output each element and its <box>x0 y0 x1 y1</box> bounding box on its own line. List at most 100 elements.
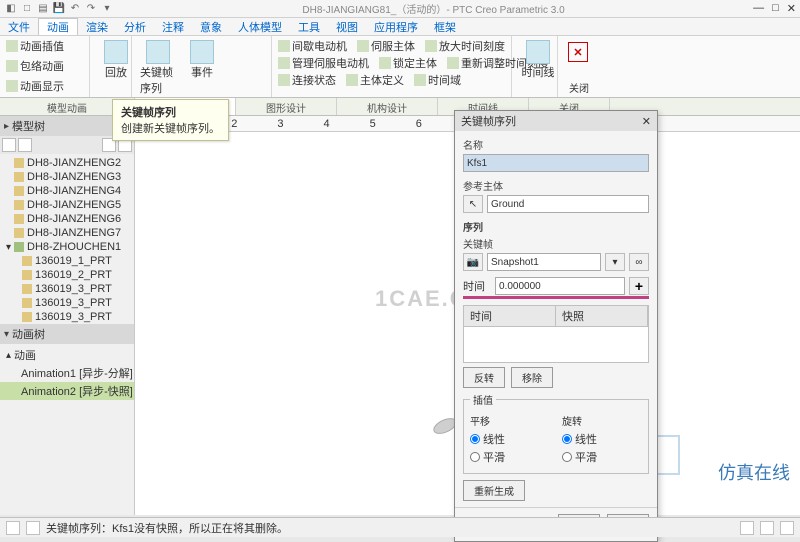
ribbon: 动画插值 包络动画 动画显示 回放 关键帧序列 事件 管理关键帧序列 间歇电动机… <box>0 36 800 98</box>
tree-node[interactable]: 136019_3_PRT <box>0 282 134 296</box>
subtab-mech[interactable]: 机构设计 <box>337 98 438 115</box>
camera-icon[interactable]: 📷 <box>463 253 483 271</box>
menu-frame[interactable]: 框架 <box>426 19 464 35</box>
menu-tools[interactable]: 工具 <box>290 19 328 35</box>
rb-body-def[interactable]: 主体定义 <box>346 72 404 88</box>
dropdown-icon[interactable]: ▾ <box>605 253 625 271</box>
trans-smooth[interactable]: 平滑 <box>470 449 550 465</box>
pick-icon[interactable]: ↖ <box>463 195 483 213</box>
tree-node[interactable]: ▾DH8-ZHOUCHEN1 <box>0 240 134 254</box>
add-button[interactable]: + <box>629 277 649 295</box>
window-controls: — □ ✕ <box>753 2 796 15</box>
menu-view[interactable]: 视图 <box>328 19 366 35</box>
tree-node[interactable]: 136019_2_PRT <box>0 268 134 282</box>
seq-label: 序列 <box>463 219 649 234</box>
status-icon-2[interactable] <box>26 521 40 535</box>
menu-annotate[interactable]: 注释 <box>154 19 192 35</box>
remove-button[interactable]: 移除 <box>511 367 553 388</box>
ref-input[interactable] <box>487 195 649 213</box>
menu-animation[interactable]: 动画 <box>38 18 78 35</box>
minimize-button[interactable]: — <box>753 2 764 15</box>
open-icon[interactable]: ▤ <box>36 2 50 16</box>
rb-lock-body[interactable]: 锁定主体 <box>379 55 437 71</box>
list- body[interactable] <box>463 327 649 363</box>
list-header: 时间 快照 <box>463 305 649 327</box>
rb-conn[interactable]: 连接状态 <box>278 72 336 88</box>
ribbon-group-design: 间歇电动机 伺服主体 放大时间刻度 管理伺服电动机 锁定主体 重新调整时间刻度 … <box>272 36 512 97</box>
sidebar: ▸ 模型树 DH8-JIANZHENG2 DH8-JIANZHENG3 DH8-… <box>0 116 135 515</box>
dialog-close-icon[interactable]: ✕ <box>642 115 651 128</box>
highlight-underline <box>463 296 649 299</box>
status-tool-2[interactable] <box>760 521 774 535</box>
menu-bar: 文件 动画 渲染 分析 注释 意象 人体模型 工具 视图 应用程序 框架 <box>0 18 800 36</box>
watermark-2: 仿真在线 <box>718 459 790 485</box>
app-icon: ◧ <box>4 2 18 16</box>
ribbon-group-create: 回放 <box>90 36 132 97</box>
menu-analyze[interactable]: 分析 <box>116 19 154 35</box>
close-button[interactable]: ✕ <box>787 2 796 15</box>
menu-file[interactable]: 文件 <box>0 19 38 35</box>
snapshot-select[interactable] <box>487 253 601 271</box>
ribbon-group-playback: 关键帧序列 事件 管理关键帧序列 <box>132 36 272 97</box>
redo-icon[interactable]: ↷ <box>84 2 98 16</box>
new-icon[interactable]: □ <box>20 2 34 16</box>
rb-interp[interactable]: 动画插值 <box>6 38 64 54</box>
tree-tool-2[interactable] <box>18 138 32 152</box>
tree-node[interactable]: 136019_3_PRT <box>0 310 134 324</box>
anim-root[interactable]: ▴ 动画 <box>0 346 134 364</box>
rb-motor2[interactable]: 管理伺服电动机 <box>278 55 369 71</box>
rb-event[interactable]: 事件 <box>182 38 222 98</box>
menu-render[interactable]: 渲染 <box>78 19 116 35</box>
anim-item[interactable]: Animation2 [异步-快照] <box>0 382 134 400</box>
status-tool-3[interactable] <box>780 521 794 535</box>
tree-node[interactable]: 136019_1_PRT <box>0 254 134 268</box>
rb-keyframe[interactable]: 关键帧序列 <box>138 38 178 98</box>
menu-manikin[interactable]: 意象 <box>192 19 230 35</box>
tree-node[interactable]: DH8-JIANZHENG4 <box>0 184 134 198</box>
rot-smooth[interactable]: 平滑 <box>562 449 642 465</box>
quick-access: ◧ □ ▤ 💾 ↶ ↷ ▾ <box>4 2 114 16</box>
subtab-graphic[interactable]: 图形设计 <box>236 98 337 115</box>
anim-item[interactable]: Animation1 [异步-分解] <box>0 364 134 382</box>
regen-button[interactable]: 重新生成 <box>463 480 525 501</box>
tree-node[interactable]: DH8-JIANZHENG5 <box>0 198 134 212</box>
trans-label: 平移 <box>470 413 550 428</box>
time-input[interactable] <box>495 277 625 295</box>
link-icon[interactable]: ∞ <box>629 253 649 271</box>
rb-timeline[interactable]: 时间线 <box>518 38 558 82</box>
tree-node[interactable]: 136019_3_PRT <box>0 296 134 310</box>
dialog-titlebar[interactable]: 关键帧序列 ✕ <box>455 111 657 131</box>
keyframe-dialog: 关键帧序列 ✕ 名称 参考主体 ↖ 序列 关键帧 📷 ▾ ∞ <box>454 110 658 542</box>
main-area: ▸ 模型树 DH8-JIANZHENG2 DH8-JIANZHENG3 DH8-… <box>0 116 800 515</box>
status-icon-1[interactable] <box>6 521 20 535</box>
rb-disp[interactable]: 动画显示 <box>6 78 64 94</box>
dialog-title: 关键帧序列 <box>461 113 516 129</box>
tree-node[interactable]: DH8-JIANZHENG7 <box>0 226 134 240</box>
maximize-button[interactable]: □ <box>772 2 779 15</box>
tree-node[interactable]: DH8-JIANZHENG2 <box>0 156 134 170</box>
rb-zoom-time[interactable]: 放大时间刻度 <box>425 38 505 54</box>
undo-icon[interactable]: ↶ <box>68 2 82 16</box>
close-icon[interactable]: ✕ <box>568 42 588 62</box>
save-icon[interactable]: 💾 <box>52 2 66 16</box>
tree-node[interactable]: DH8-JIANZHENG3 <box>0 170 134 184</box>
status-tool-1[interactable] <box>740 521 754 535</box>
reverse-button[interactable]: 反转 <box>463 367 505 388</box>
trans-linear[interactable]: 线性 <box>470 431 550 447</box>
titlebar: ◧ □ ▤ 💾 ↶ ↷ ▾ DH8-JIANGIANG81_（活动的）- PTC… <box>0 0 800 18</box>
anim-tree: ▴ 动画 Animation1 [异步-分解] Animation2 [异步-快… <box>0 344 134 402</box>
tooltip-title: 关键帧序列 <box>121 104 220 120</box>
rb-env[interactable]: 包络动画 <box>6 58 64 74</box>
rb-play[interactable]: 回放 <box>96 38 136 82</box>
rot-linear[interactable]: 线性 <box>562 431 642 447</box>
menu-body[interactable]: 人体模型 <box>230 19 290 35</box>
rb-time-dom[interactable]: 时间域 <box>414 72 461 88</box>
rb-motor1[interactable]: 间歇电动机 <box>278 38 347 54</box>
more-icon[interactable]: ▾ <box>100 2 114 16</box>
name-label: 名称 <box>463 137 649 152</box>
tree-node[interactable]: DH8-JIANZHENG6 <box>0 212 134 226</box>
name-input[interactable] <box>463 154 649 172</box>
menu-app[interactable]: 应用程序 <box>366 19 426 35</box>
tree-tool-1[interactable] <box>2 138 16 152</box>
rb-servo-body[interactable]: 伺服主体 <box>357 38 415 54</box>
